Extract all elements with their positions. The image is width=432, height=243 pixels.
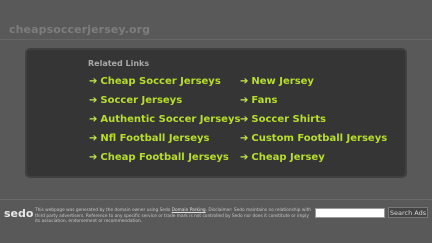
arrow-right-icon: ➔ [240, 95, 249, 106]
arrow-right-icon: ➔ [89, 133, 98, 144]
related-link-new-jersey[interactable]: ➔ New Jersey [240, 76, 314, 88]
related-links-heading: Related Links [88, 59, 150, 68]
arrow-right-icon: ➔ [240, 133, 249, 144]
search-ads-input[interactable] [315, 208, 385, 218]
related-link-label: Cheap Football Jerseys [100, 152, 229, 163]
related-link-fans[interactable]: ➔ Fans [240, 95, 277, 107]
related-link-soccer-shirts[interactable]: ➔ Soccer Shirts [240, 114, 326, 126]
related-link-custom-football-jerseys[interactable]: ➔ Custom Football Jerseys [240, 133, 387, 145]
related-link-nfl-football-jerseys[interactable]: ➔ Nfl Football Jerseys [89, 133, 209, 145]
sedo-logo-text: sedo [4, 207, 34, 220]
related-link-label: Soccer Shirts [251, 114, 326, 125]
disclaimer-text: This webpage was generated by the domain… [35, 208, 315, 225]
arrow-right-icon: ➔ [240, 152, 249, 163]
sedo-logo[interactable]: sedo [4, 207, 33, 220]
arrow-right-icon: ➔ [89, 152, 98, 163]
disclaimer-pre: This webpage was generated by the domain… [35, 208, 172, 213]
related-link-label: Nfl Football Jerseys [100, 133, 210, 144]
related-link-label: Cheap Jersey [251, 152, 325, 163]
arrow-right-icon: ➔ [89, 114, 98, 125]
arrow-right-icon: ➔ [89, 95, 98, 106]
arrow-right-icon: ➔ [240, 76, 249, 87]
related-link-authentic-soccer-jerseys[interactable]: ➔ Authentic Soccer Jerseys [89, 114, 240, 126]
related-link-label: New Jersey [251, 76, 314, 87]
related-link-soccer-jerseys[interactable]: ➔ Soccer Jerseys [89, 95, 182, 107]
arrow-right-icon: ➔ [240, 114, 249, 125]
related-link-label: Authentic Soccer Jerseys [100, 114, 241, 125]
arrow-right-icon: ➔ [89, 76, 98, 87]
related-link-label: Cheap Soccer Jerseys [100, 76, 221, 87]
related-link-label: Custom Football Jerseys [251, 133, 388, 144]
related-link-label: Soccer Jerseys [100, 95, 183, 106]
header-divider [0, 39, 432, 40]
related-link-cheap-soccer-jerseys[interactable]: ➔ Cheap Soccer Jerseys [89, 76, 221, 88]
domain-title: cheapsoccerjersey.org [9, 23, 151, 36]
related-link-label: Fans [251, 95, 278, 106]
related-link-cheap-football-jerseys[interactable]: ➔ Cheap Football Jerseys [89, 152, 229, 164]
search-ads-button[interactable]: Search Ads [388, 207, 428, 218]
domain-parking-link[interactable]: Domain Parking [172, 208, 206, 213]
related-link-cheap-jersey[interactable]: ➔ Cheap Jersey [240, 152, 325, 164]
